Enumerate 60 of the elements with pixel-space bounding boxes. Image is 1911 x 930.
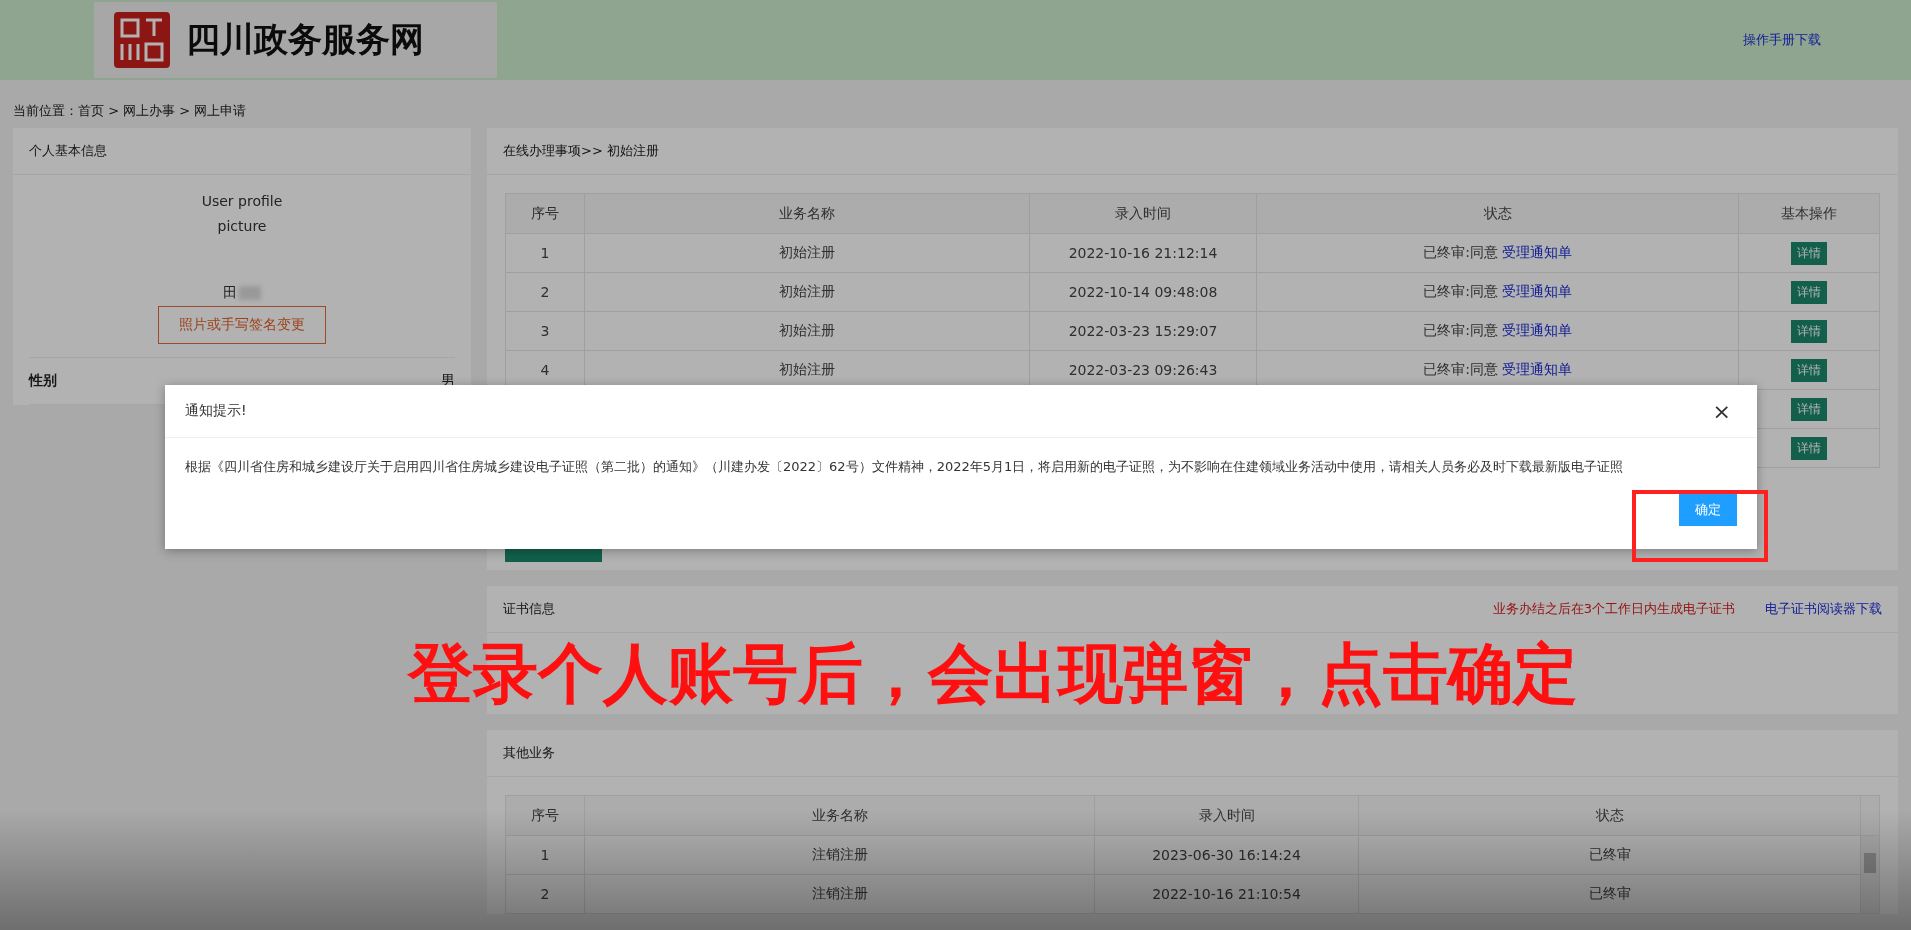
table-cell: 2022-10-16 21:12:14 [1029,233,1257,273]
table-cell: 2022-10-14 09:48:08 [1029,272,1257,312]
column-header: 业务名称 [584,795,1095,836]
table-cell: 1 [505,835,585,875]
site-title: 四川政务服务网 [186,18,424,61]
table-cell: 注销注册 [584,874,1095,914]
column-header: 序号 [505,193,585,234]
close-button[interactable]: × [1706,397,1737,425]
table-cell: 初始注册 [584,311,1030,351]
column-header: 基本操作 [1738,193,1880,234]
table-cell: 1 [505,233,585,273]
notice-link[interactable]: 受理通知单 [1501,361,1572,377]
panel-title: 个人基本信息 [13,128,471,175]
change-photo-button[interactable]: 照片或手写签名变更 [158,306,326,344]
table-cell: 2022-10-16 21:10:54 [1094,874,1359,914]
column-header: 录入时间 [1094,795,1359,836]
photo-alt-text: User profile [201,192,283,211]
confirm-button[interactable]: 确定 [1679,494,1737,526]
status-text: 已终审:同意 [1423,361,1498,377]
detail-button[interactable]: 详情 [1791,397,1827,421]
user-name: 田 [223,284,237,302]
status-text: 已终审:同意 [1423,283,1498,299]
table-cell: 初始注册 [584,272,1030,312]
table-cell: 3 [505,311,585,351]
breadcrumb: 当前位置：首页 > 网上办事 > 网上申请 [12,102,248,120]
table-cell: 已终审 [1358,835,1861,875]
detail-button[interactable]: 详情 [1791,241,1827,265]
detail-button[interactable]: 详情 [1791,358,1827,382]
dialog-message: 根据《四川省住房和城乡建设厅关于启用四川省住房城乡建设电子证照（第二批）的通知》（川建办发〔2022〕62号）文件精神，2022年5月1日，将启用新的电子证照，为不影响在住建领域业务活动中使用，请相关人员务必及时下载最新版电子证照 [184,458,1625,476]
status-text: 已终审:同意 [1423,322,1498,338]
table-cell: 注销注册 [584,835,1095,875]
column-header: 状态 [1358,795,1861,836]
notice-link[interactable]: 受理通知单 [1501,322,1572,338]
panel-title: 证书信息 [503,600,555,618]
column-header: 状态 [1256,193,1739,234]
status-text: 已终审:同意 [1423,244,1498,260]
table-cell: 2022-03-23 15:29:07 [1029,311,1257,351]
column-header: 序号 [505,795,585,836]
annotation-caption: 登录个人账号后，会出现弹窗，点击确定 [408,636,1578,712]
seal-logo-icon [112,10,172,70]
detail-button[interactable]: 详情 [1791,436,1827,460]
table-cell: 2023-06-30 16:14:24 [1094,835,1359,875]
detail-button[interactable]: 详情 [1791,319,1827,343]
field-label: 性别 [29,372,57,390]
reader-download-link[interactable]: 电子证书阅读器下载 [1765,600,1882,618]
column-header: 录入时间 [1029,193,1257,234]
panel-title: 在线办理事项>> 初始注册 [487,128,1898,175]
notice-link[interactable]: 受理通知单 [1501,283,1572,299]
detail-button[interactable]: 详情 [1791,280,1827,304]
column-header: 业务名称 [584,193,1030,234]
table-cell: 初始注册 [584,233,1030,273]
photo-alt-text: picture [217,217,267,236]
dialog-title: 通知提示! [185,402,247,420]
panel-title: 其他业务 [487,730,1898,777]
table-cell: 2 [505,874,585,914]
scrollbar-thumb[interactable] [1864,853,1876,873]
manual-download-link[interactable]: 操作手册下载 [1743,31,1821,49]
notice-link[interactable]: 受理通知单 [1501,244,1572,260]
certificate-notice: 业务办结之后在3个工作日内生成电子证书 [1492,600,1735,618]
table-cell: 2 [505,272,585,312]
